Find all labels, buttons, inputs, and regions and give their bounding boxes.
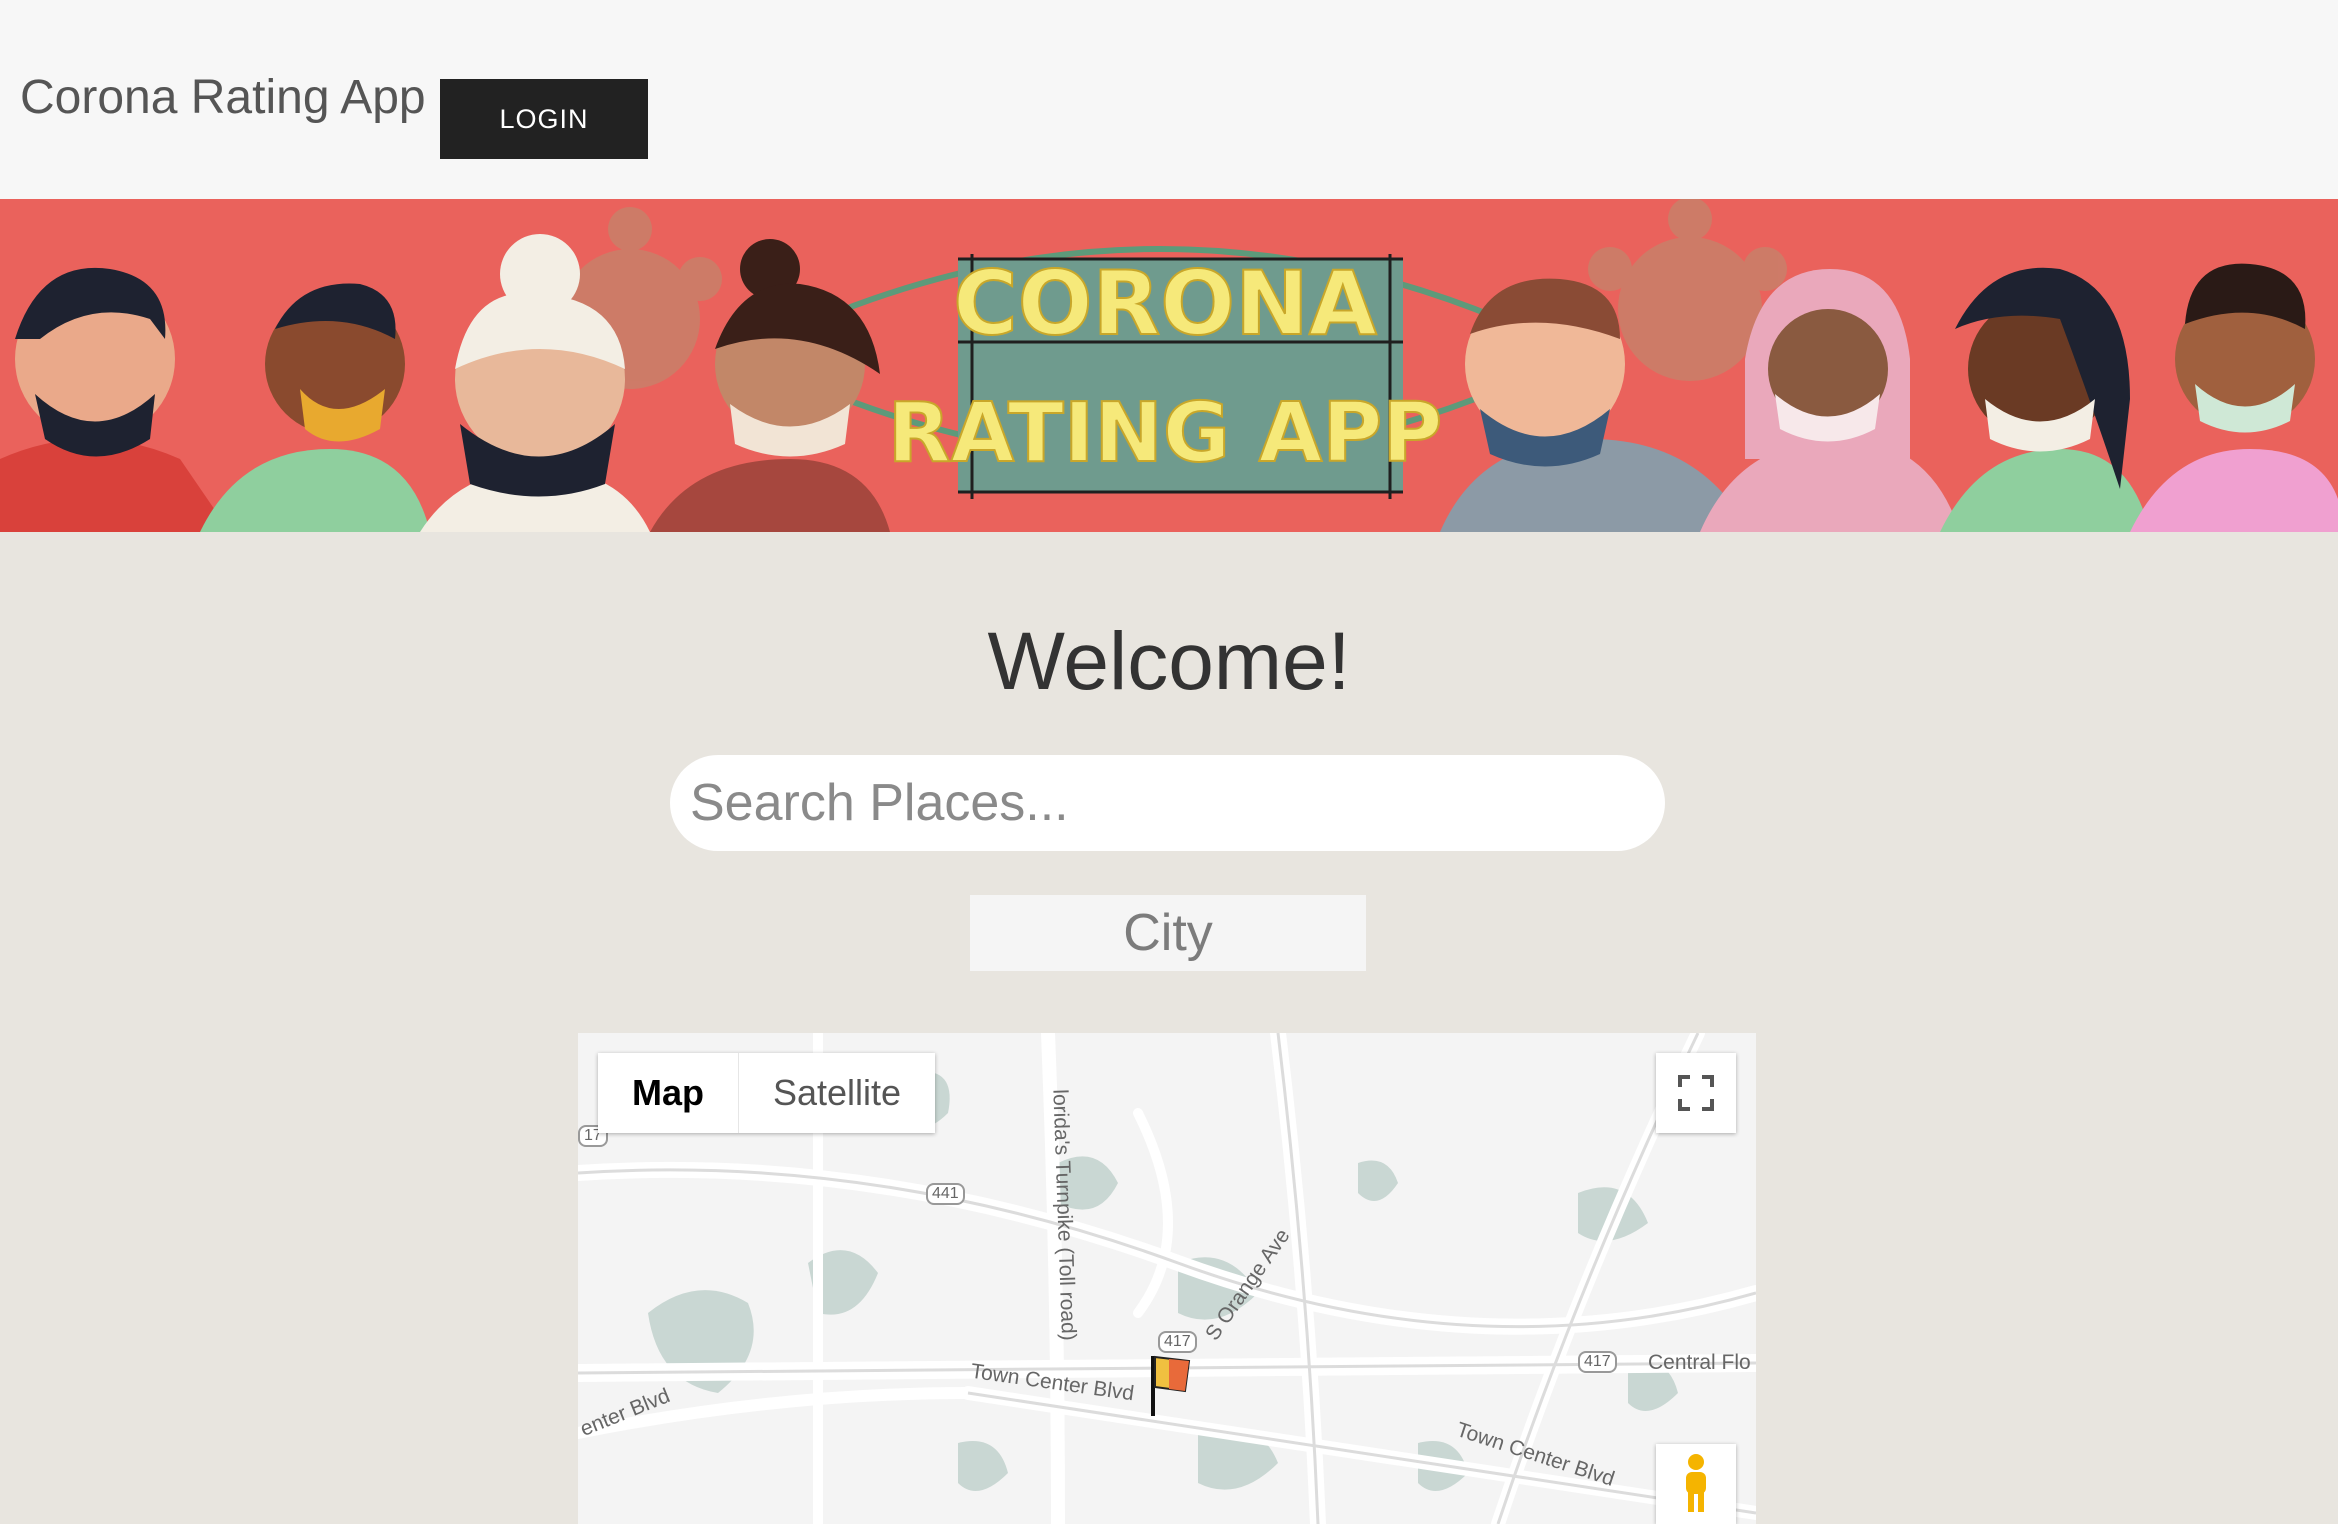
fullscreen-button[interactable]: [1656, 1053, 1736, 1133]
login-button[interactable]: LOGIN: [440, 79, 648, 159]
route-shield-417b: 417: [1578, 1351, 1617, 1373]
fullscreen-icon: [1678, 1075, 1714, 1111]
route-shield-417a: 417: [1158, 1331, 1197, 1353]
navbar: Corona Rating App LOGIN: [0, 0, 2338, 199]
hero-banner: CORONA RATING APP: [0, 199, 2338, 532]
street-view-button[interactable]: [1656, 1444, 1736, 1524]
banner-line1: CORONA: [953, 252, 1377, 355]
pegman-icon: [1686, 1454, 1706, 1512]
route-shield-441: 441: [926, 1183, 965, 1205]
map-label-central-fl: Central Flo: [1648, 1351, 1751, 1374]
search-input[interactable]: [670, 755, 1665, 851]
welcome-heading: Welcome!: [987, 616, 1351, 707]
banner-line2: RATING APP: [888, 386, 1443, 481]
banner-illustration: CORONA RATING APP: [0, 199, 2338, 532]
city-button[interactable]: City: [970, 895, 1366, 971]
map-type-control: Map Satellite: [598, 1053, 936, 1133]
map-type-map-button[interactable]: Map: [598, 1053, 739, 1133]
map-type-satellite-button[interactable]: Satellite: [739, 1053, 935, 1133]
map-widget[interactable]: lorida's Turnpike (Toll road) S Orange A…: [578, 1033, 1756, 1524]
brand-title[interactable]: Corona Rating App: [20, 70, 426, 125]
flag-marker-icon[interactable]: [1145, 1351, 1195, 1421]
